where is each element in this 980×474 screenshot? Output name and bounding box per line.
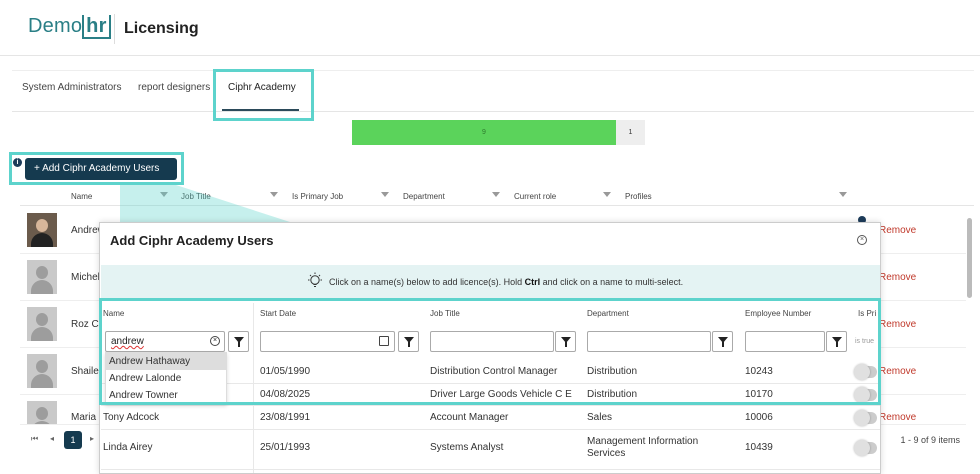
filter-icon[interactable] [839, 192, 847, 197]
employee-number: 10006 [745, 412, 773, 423]
user-name: Linda Airey [103, 442, 153, 453]
remove-link[interactable]: Remove [879, 412, 916, 423]
prev-page-icon[interactable]: ◂ [50, 434, 54, 443]
next-page-icon[interactable]: ▸ [90, 434, 94, 443]
hint-text: Click on a name(s) below to add licence(… [329, 277, 684, 287]
col-name[interactable]: Name [71, 192, 92, 201]
remove-link[interactable]: Remove [879, 366, 916, 377]
lightbulb-icon [308, 272, 322, 287]
first-page-icon[interactable]: ⏮ [31, 434, 38, 444]
grid-scrollbar[interactable] [966, 210, 974, 422]
avatar [27, 354, 57, 388]
hint-banner: Click on a name(s) below to add licence(… [101, 265, 880, 299]
header-divider [114, 14, 115, 44]
filter-icon[interactable] [381, 192, 389, 197]
avatar [27, 401, 57, 424]
table-row[interactable]: Linda Airey 25/01/1993 Systems Analyst M… [101, 430, 880, 470]
demohr-logo[interactable]: Demo hr [28, 15, 111, 39]
page-number[interactable]: 1 [64, 431, 82, 449]
user-name: Tony Adcock [103, 412, 160, 423]
app-header: Demo hr Licensing [0, 0, 980, 56]
tab-bar: System Administrators report designers C… [12, 70, 974, 112]
remove-link[interactable]: Remove [879, 319, 916, 330]
col-job-title[interactable]: Job Title [181, 192, 211, 201]
info-icon[interactable]: i [13, 158, 22, 167]
table-row[interactable]: Tony Adcock 23/08/1991 Account Manager S… [101, 406, 880, 430]
department: Services [587, 448, 626, 459]
users-grid-header: Name Job Title Is Primary Job Department… [20, 186, 974, 206]
tab-report-designers[interactable]: report designers [138, 82, 210, 93]
avatar [27, 213, 57, 247]
add-ciphr-academy-users-button[interactable]: + Add Ciphr Academy Users [25, 158, 177, 180]
filter-icon[interactable] [270, 192, 278, 197]
col-department[interactable]: Department [403, 192, 445, 201]
is-primary-toggle[interactable] [854, 410, 877, 426]
logo-text: Demo [28, 15, 83, 37]
licence-remaining: 1 [628, 129, 633, 136]
close-icon[interactable]: × [857, 235, 867, 245]
start-date: 23/08/1991 [260, 412, 311, 423]
licence-used-fill: 9 [352, 120, 616, 145]
start-date: 25/01/1993 [260, 442, 311, 453]
avatar [27, 307, 57, 341]
dialog-title: Add Ciphr Academy Users [110, 233, 274, 248]
col-profiles[interactable]: Profiles [625, 192, 652, 201]
tab-system-administrators[interactable]: System Administrators [22, 82, 121, 93]
department: Sales [587, 412, 613, 423]
job-title: Account Manager [430, 412, 509, 423]
dialog-grid-highlight [99, 298, 881, 405]
employee-number: 10439 [745, 442, 773, 453]
col-is-primary-job[interactable]: Is Primary Job [292, 192, 343, 201]
job-title: Systems Analyst [430, 442, 504, 453]
col-current-role[interactable]: Current role [514, 192, 556, 201]
pager-info: 1 - 9 of 9 items [900, 435, 960, 445]
remove-link[interactable]: Remove [879, 272, 916, 283]
filter-icon[interactable] [492, 192, 500, 197]
tab-highlight [213, 69, 314, 121]
remove-link[interactable]: Remove [879, 225, 916, 236]
department: Management Information [587, 436, 699, 447]
filter-icon[interactable] [160, 192, 168, 197]
licence-usage-bar: 9 1 [352, 120, 645, 145]
page-title: Licensing [124, 20, 199, 37]
logo-text-hr: hr [82, 15, 111, 39]
user-name: Michel [71, 272, 100, 283]
filter-icon[interactable] [603, 192, 611, 197]
is-primary-toggle[interactable] [854, 440, 877, 456]
avatar [27, 260, 57, 294]
